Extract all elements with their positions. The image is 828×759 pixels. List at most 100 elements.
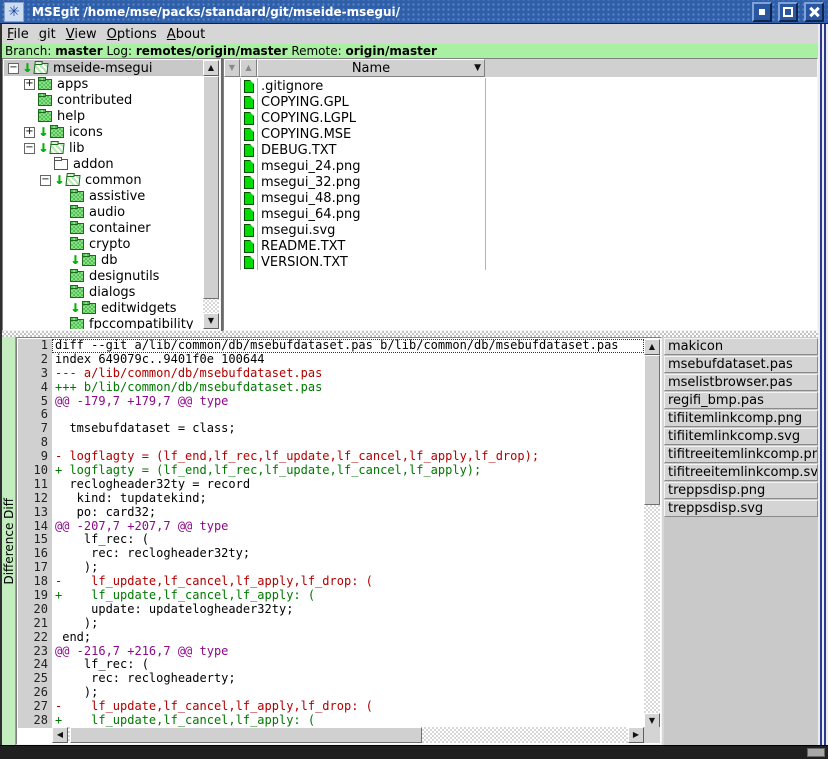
diff-vertical-scrollbar[interactable]: ▲ ▼ (644, 339, 660, 729)
maximize-button[interactable] (778, 2, 798, 22)
tree-item[interactable]: dialogs (4, 284, 203, 300)
tree-item[interactable]: audio (4, 204, 203, 220)
diff-line[interactable]: 23@@ -216,7 +216,7 @@ type (18, 645, 644, 659)
diff-line[interactable]: 5@@ -179,7 +179,7 @@ type (18, 395, 644, 409)
window-right-border[interactable] (818, 24, 828, 746)
diff-line[interactable]: 25 rec: reclogheaderty; (18, 672, 644, 686)
diff-line[interactable]: 26 ); (18, 686, 644, 700)
tree-item[interactable]: addon (4, 156, 203, 172)
diff-line[interactable]: 6 (18, 408, 644, 422)
tree-item[interactable]: −↓lib (4, 140, 203, 156)
menu-item-file[interactable]: File (7, 27, 29, 42)
diff-line[interactable]: 7 tmsebufdataset = class; (18, 422, 644, 436)
resize-grip[interactable] (807, 748, 825, 757)
diff-line[interactable]: 19+ lf_update,lf_cancel,lf_apply: ( (18, 589, 644, 603)
diff-line[interactable]: 12 kind: tupdatekind; (18, 492, 644, 506)
menu-item-options[interactable]: Options (107, 27, 157, 42)
diff-line[interactable]: 21 ); (18, 617, 644, 631)
diff-line[interactable]: 27- lf_update,lf_cancel,lf_apply,lf_drop… (18, 700, 644, 714)
diff-line[interactable]: 11 reclogheader32ty = record (18, 478, 644, 492)
tree-item[interactable]: +apps (4, 76, 203, 92)
diff-line[interactable]: 15 lf_rec: ( (18, 533, 644, 547)
changed-file-item[interactable]: makicon (664, 338, 818, 355)
changed-file-item[interactable]: tifitreeitemlinkcomp.png (664, 446, 818, 463)
changed-file-item[interactable]: treppsdisp.png (664, 482, 818, 499)
file-row[interactable]: README.TXT (225, 238, 816, 254)
minimize-button[interactable] (752, 2, 772, 22)
changed-file-item[interactable]: tifiitemlinkcomp.svg (664, 428, 818, 445)
diff-line[interactable]: 4+++ b/lib/common/db/msebufdataset.pas (18, 381, 644, 395)
file-row[interactable]: msegui_24.png (225, 158, 816, 174)
tree-item[interactable]: assistive (4, 188, 203, 204)
file-row[interactable]: DEBUG.TXT (225, 142, 816, 158)
changed-file-item[interactable]: regifi_bmp.pas (664, 392, 818, 409)
tree-item[interactable]: container (4, 220, 203, 236)
close-button[interactable] (804, 2, 824, 22)
changed-file-item[interactable]: tifitreeitemlinkcomp.svg (664, 464, 818, 481)
diff-tab[interactable]: Difference Diff (2, 337, 16, 745)
diff-line[interactable]: 22 end; (18, 631, 644, 645)
tree-item[interactable]: ↓editwidgets (4, 300, 203, 316)
diff-line[interactable]: 3--- a/lib/common/db/msebufdataset.pas (18, 367, 644, 381)
header-col-name[interactable]: Name ▼ (257, 59, 485, 77)
diff-horizontal-scrollbar[interactable]: ◀ ▶ (52, 727, 644, 743)
changed-file-item[interactable]: treppsdisp.svg (664, 500, 818, 517)
changed-file-item[interactable]: mselistbrowser.pas (664, 374, 818, 391)
tree-item[interactable]: crypto (4, 236, 203, 252)
menu-item-git[interactable]: git (39, 27, 56, 42)
scrollbar-thumb[interactable] (203, 76, 219, 299)
diff-line[interactable]: 28+ lf_update,lf_cancel,lf_apply: ( (18, 714, 644, 728)
scrollbar-track[interactable] (68, 727, 628, 743)
diff-line[interactable]: 24 lf_rec: ( (18, 658, 644, 672)
scroll-up-button[interactable]: ▲ (644, 339, 660, 355)
menu-item-view[interactable]: View (66, 27, 97, 42)
file-row[interactable]: VERSION.TXT (225, 254, 816, 270)
changed-file-item[interactable]: tifiitemlinkcomp.png (664, 410, 818, 427)
file-row[interactable]: COPYING.GPL (225, 94, 816, 110)
tree-expand-toggle[interactable]: − (24, 143, 35, 154)
menu-item-about[interactable]: About (167, 27, 205, 42)
tree-expand-toggle[interactable]: − (40, 175, 51, 186)
file-row[interactable]: msegui.svg (225, 222, 816, 238)
tree-item[interactable]: +↓icons (4, 124, 203, 140)
tree-item[interactable]: designutils (4, 268, 203, 284)
diff-line[interactable]: 16 rec: reclogheader32ty; (18, 547, 644, 561)
header-col-state[interactable]: ▼ (224, 59, 240, 77)
diff-line[interactable]: 10+ logflagty = (lf_end,lf_rec,lf_update… (18, 464, 644, 478)
tree-item[interactable]: ↓db (4, 252, 203, 268)
diff-line[interactable]: 9- logflagty = (lf_end,lf_rec,lf_update,… (18, 450, 644, 464)
tree-vertical-scrollbar[interactable]: ▲ ▼ (203, 60, 219, 329)
file-row[interactable]: COPYING.MSE (225, 126, 816, 142)
file-row[interactable]: msegui_48.png (225, 190, 816, 206)
scrollbar-thumb[interactable] (70, 727, 422, 743)
file-row[interactable]: COPYING.LGPL (225, 110, 816, 126)
scrollbar-thumb[interactable] (644, 355, 660, 505)
diff-line[interactable]: 18- lf_update,lf_cancel,lf_apply,lf_drop… (18, 575, 644, 589)
scroll-up-button[interactable]: ▲ (203, 60, 219, 76)
diff-line[interactable]: 1diff --git a/lib/common/db/msebufdatase… (18, 339, 644, 353)
diff-line[interactable]: 8 (18, 436, 644, 450)
titlebar[interactable]: ✳ MSEgit /home/mse/packs/standard/git/ms… (0, 0, 828, 24)
app-icon[interactable]: ✳ (4, 2, 24, 22)
scroll-left-button[interactable]: ◀ (52, 727, 68, 743)
diff-line[interactable]: 20 update: updatelogheader32ty; (18, 603, 644, 617)
tree-item[interactable]: contributed (4, 92, 203, 108)
tree-item[interactable]: help (4, 108, 203, 124)
file-row[interactable]: msegui_64.png (225, 206, 816, 222)
changed-file-item[interactable]: msebufdataset.pas (664, 356, 818, 373)
tree-item[interactable]: −↓mseide-msegui (4, 60, 203, 76)
file-row[interactable]: msegui_32.png (225, 174, 816, 190)
tree-expand-toggle[interactable]: + (24, 79, 35, 90)
diff-line[interactable]: 13 po: card32; (18, 506, 644, 520)
scroll-right-button[interactable]: ▶ (628, 727, 644, 743)
diff-line[interactable]: 2index 649079c..9401f0e 100644 (18, 353, 644, 367)
file-row[interactable]: .gitignore (225, 78, 816, 94)
diff-line[interactable]: 17 ); (18, 561, 644, 575)
tree-expand-toggle[interactable]: + (24, 127, 35, 138)
header-col-icon[interactable]: ▲ (240, 59, 257, 77)
tree-item[interactable]: fpccompatibility (4, 316, 203, 329)
diff-line[interactable]: 14@@ -207,7 +207,7 @@ type (18, 520, 644, 534)
tree-expand-toggle[interactable]: − (8, 63, 19, 74)
scroll-down-button[interactable]: ▼ (203, 313, 219, 329)
tree-item[interactable]: −↓common (4, 172, 203, 188)
